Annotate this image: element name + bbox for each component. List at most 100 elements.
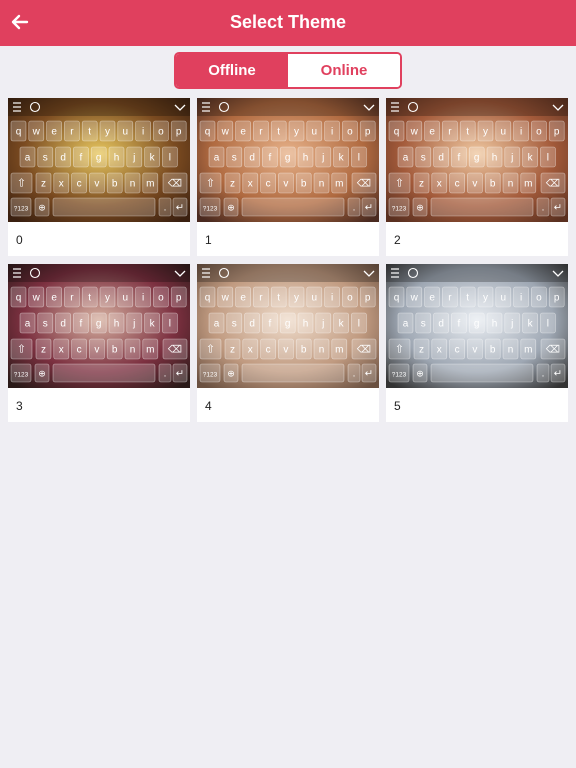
key-label: w — [410, 127, 419, 138]
key-label: j — [321, 153, 324, 164]
key-label: c — [455, 345, 460, 356]
key-label: j — [510, 153, 513, 164]
key-label: ?123 — [203, 206, 218, 213]
key-label: h — [492, 319, 498, 330]
key-label: h — [303, 319, 309, 330]
key-label: b — [112, 345, 118, 356]
key-label: a — [25, 319, 31, 330]
key-label: v — [472, 179, 477, 190]
key-label: e — [429, 127, 435, 138]
key-label: h — [492, 153, 498, 164]
key-label: ⊕ — [227, 369, 235, 379]
key-label: y — [294, 293, 299, 304]
space-key — [430, 363, 534, 383]
key-label: z — [419, 345, 424, 356]
key-label: s — [232, 153, 237, 164]
key-label: t — [88, 127, 91, 138]
key-label: b — [301, 179, 307, 190]
keyboard-image: q w e r t y u i o pa s d f g h j k l⇧ z x c v b n m ⌫?123 ⊕. ↵ — [386, 98, 568, 222]
key-label: g — [285, 153, 291, 164]
theme-label: 3 — [16, 399, 23, 413]
space-key — [430, 197, 534, 217]
tab-online[interactable]: Online — [288, 54, 400, 87]
key-label: i — [331, 293, 333, 304]
theme-label: 1 — [205, 233, 212, 247]
key-label: ⇧ — [395, 178, 404, 190]
key-label: g — [285, 319, 291, 330]
key-label: u — [501, 293, 507, 304]
key-label: d — [249, 319, 255, 330]
key-label: c — [77, 179, 82, 190]
key-label: . — [353, 369, 356, 380]
key-label: n — [319, 179, 325, 190]
key-label: ?123 — [14, 206, 29, 213]
key-label: . — [542, 203, 545, 214]
key-label: z — [41, 345, 46, 356]
key-label: i — [331, 127, 333, 138]
key-label: x — [248, 345, 253, 356]
key-label: q — [16, 127, 22, 138]
key-label: s — [232, 319, 237, 330]
key-label: y — [483, 127, 488, 138]
space-key — [241, 363, 345, 383]
page-title: Select Theme — [229, 12, 347, 32]
key-label: p — [365, 127, 371, 138]
theme-label: 0 — [16, 233, 23, 247]
key-label: ⌫ — [546, 345, 560, 356]
key-label: i — [520, 293, 522, 304]
key-label: d — [60, 153, 66, 164]
key-label: j — [510, 319, 513, 330]
key-label: y — [483, 293, 488, 304]
key-label: ⊕ — [416, 369, 424, 379]
key-label: ⌫ — [168, 345, 182, 356]
key-label: o — [158, 127, 164, 138]
key-label: f — [458, 319, 461, 330]
key-label: u — [501, 127, 507, 138]
theme-label: 5 — [394, 399, 401, 413]
key-label: ↵ — [176, 203, 184, 214]
keyboard-preview: q w e r t y u i o p a s d f g h j k l ⇧ z x c v b n m ⌫ ?123 ⊕. ↵ — [197, 264, 379, 388]
theme-card[interactable]: q w e r t y u i o p a s d f g h j k l ⇧ z x c v b n m ⌫ ?123 ⊕. ↵ 3 — [8, 264, 190, 422]
key-label: c — [77, 345, 82, 356]
key-label: m — [335, 179, 343, 190]
key-label: l — [169, 319, 171, 330]
theme-card[interactable]: q w e r t y u i o p a s d f g h j k l ⇧ z x c v b n m ⌫ ?123 ⊕. ↵ 4 — [197, 264, 379, 422]
key-label: m — [146, 179, 154, 190]
key-label: q — [16, 293, 22, 304]
key-label: b — [112, 179, 118, 190]
key-label: t — [466, 293, 469, 304]
key-label: p — [554, 293, 560, 304]
key-label: e — [429, 293, 435, 304]
key-label: . — [164, 369, 167, 380]
key-label: b — [490, 345, 496, 356]
keyboard-preview: q w e r t y u i o p a s d f g h j k l ⇧ z x c v b n m ⌫ ?123 ⊕. ↵ — [8, 264, 190, 388]
key-label: ↵ — [554, 369, 562, 380]
key-label: n — [130, 345, 136, 356]
key-label: m — [524, 179, 532, 190]
key-label: w — [410, 293, 419, 304]
key-label: d — [438, 153, 444, 164]
key-label: x — [437, 345, 442, 356]
theme-card[interactable]: q w e r t y u i o p a s d f g h j k l ⇧ z x c v b n m ⌫ ?123 ⊕. ↵ 2 — [386, 98, 568, 256]
key-label: m — [524, 345, 532, 356]
key-label: ⌫ — [546, 179, 560, 190]
tab-offline[interactable]: Offline — [176, 54, 288, 87]
key-label: . — [542, 369, 545, 380]
key-label: g — [474, 319, 480, 330]
key-label: p — [554, 127, 560, 138]
key-label: y — [105, 293, 110, 304]
key-label: i — [142, 127, 144, 138]
theme-card[interactable]: q w e r t y u i o p a s d f g h j k l ⇧ z x c v b n m ⌫ ?123 ⊕. ↵ 1 — [197, 98, 379, 256]
key-label: f — [269, 153, 272, 164]
key-label: u — [312, 127, 318, 138]
key-label: q — [394, 127, 400, 138]
theme-card[interactable]: q w e r t y u i o p a s d f g h j k l ⇧ z x c v b n m ⌫ ?123 ⊕. ↵ 0 — [8, 98, 190, 256]
key-label: q — [205, 127, 211, 138]
key-label: s — [43, 319, 48, 330]
key-label: ?123 — [14, 372, 29, 379]
theme-card[interactable]: q w e r t y u i o p a s d f g h j k l ⇧ z x c v b n m ⌫ ?123 ⊕. ↵ 5 — [386, 264, 568, 422]
key-label: ⌫ — [357, 179, 371, 190]
key-label: f — [80, 153, 83, 164]
key-label: a — [25, 153, 31, 164]
key-label: . — [353, 203, 356, 214]
